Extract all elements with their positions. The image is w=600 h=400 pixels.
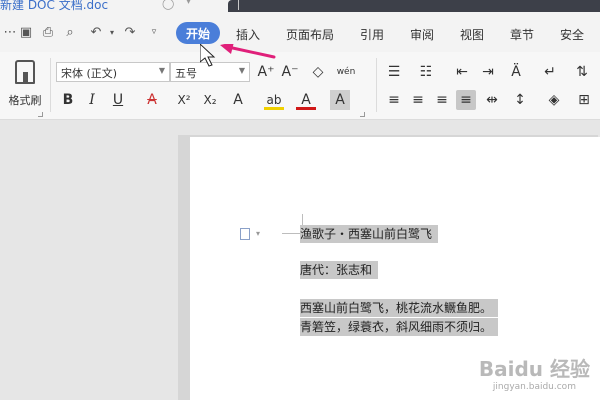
- document-tab[interactable]: 新建 DOC 文档.doc: [0, 0, 108, 12]
- annotation-arrow: [200, 44, 276, 67]
- poem-line[interactable]: 青箬笠，绿蓑衣，斜风细雨不须归。: [300, 318, 499, 336]
- menu-home[interactable]: 开始: [176, 22, 221, 44]
- divider: [50, 58, 51, 112]
- title-bar: 新建 DOC 文档.doc ◯ ▾: [0, 0, 600, 14]
- font-size-value: 五号: [175, 67, 197, 80]
- increase-indent-icon[interactable]: ⇥: [478, 62, 498, 82]
- menu-review[interactable]: 审阅: [410, 26, 434, 43]
- font-name-select[interactable]: 宋体 (正文) ▼: [56, 62, 170, 82]
- bullets-icon[interactable]: ☰: [384, 62, 404, 82]
- save-icon[interactable]: ▣: [18, 24, 34, 40]
- watermark: Baidu 经验 jingyan.baidu.com: [479, 353, 590, 392]
- paragraph-shading-icon[interactable]: ◈: [544, 90, 564, 110]
- sort-icon[interactable]: ⇅: [572, 62, 592, 82]
- numbering-icon[interactable]: ☷: [416, 62, 436, 82]
- menu-chapter[interactable]: 章节: [510, 26, 534, 43]
- bold-icon[interactable]: B: [58, 90, 78, 110]
- customize-quick-access-icon[interactable]: ▿: [146, 24, 162, 40]
- menu-references[interactable]: 引用: [360, 26, 384, 43]
- format-painter-icon: [15, 60, 35, 84]
- clipboard-launcher-icon[interactable]: [38, 112, 43, 117]
- decrease-indent-icon[interactable]: ⇤: [452, 62, 472, 82]
- divider: [376, 58, 377, 112]
- chevron-down-icon[interactable]: ▾: [186, 0, 191, 7]
- chevron-down-icon[interactable]: ▾: [256, 229, 260, 238]
- clear-format-icon[interactable]: ◇: [308, 62, 328, 82]
- menu-security[interactable]: 安全: [560, 26, 584, 43]
- distributed-icon[interactable]: ⇹: [482, 90, 502, 110]
- line-spacing-icon[interactable]: ↕: [510, 90, 530, 110]
- align-center-icon[interactable]: ≡: [408, 90, 428, 110]
- menu-view[interactable]: 视图: [460, 26, 484, 43]
- paragraph-handle-icon[interactable]: [240, 228, 250, 240]
- menu-insert[interactable]: 插入: [236, 26, 260, 43]
- strikethrough-icon[interactable]: A: [142, 90, 162, 110]
- menu-page-layout[interactable]: 页面布局: [286, 26, 334, 43]
- character-shading-icon[interactable]: A: [330, 90, 350, 110]
- format-painter-button[interactable]: 格式刷: [4, 58, 46, 114]
- redo-icon[interactable]: ↷: [122, 24, 138, 40]
- undo-dropdown-icon[interactable]: ▾: [104, 24, 120, 40]
- show-hide-icon[interactable]: ↵: [540, 62, 560, 82]
- superscript-icon[interactable]: X²: [174, 90, 194, 110]
- chevron-down-icon: ▼: [158, 66, 165, 75]
- print-preview-icon[interactable]: ⌕: [62, 24, 78, 40]
- undo-icon[interactable]: ↶: [88, 24, 104, 40]
- phonetic-guide-icon[interactable]: wén: [336, 62, 356, 82]
- underline-icon[interactable]: U: [108, 90, 128, 110]
- menu-collapse-icon[interactable]: ⋯: [2, 24, 18, 40]
- font-name-value: 宋体 (正文): [61, 67, 118, 80]
- align-right-icon[interactable]: ≡: [432, 90, 452, 110]
- format-painter-label: 格式刷: [8, 94, 42, 107]
- borders-icon[interactable]: ⊞: [574, 90, 594, 110]
- font-launcher-icon[interactable]: [360, 112, 365, 117]
- align-left-icon[interactable]: ≡: [384, 90, 404, 110]
- pin-icon[interactable]: ◯: [162, 0, 174, 10]
- poem-line[interactable]: 西塞山前白鹭飞，桃花流水鳜鱼肥。: [300, 299, 499, 317]
- watermark-main: Baidu 经验: [478, 357, 590, 381]
- crop-mark: [282, 233, 302, 234]
- watermark-sub: jingyan.baidu.com: [492, 382, 576, 392]
- italic-icon[interactable]: I: [82, 90, 102, 110]
- chinese-layout-icon[interactable]: Ä: [506, 62, 526, 82]
- justify-icon[interactable]: ≡: [456, 90, 476, 110]
- print-icon[interactable]: ⎙: [40, 24, 56, 40]
- poem-author[interactable]: 唐代：张志和: [300, 261, 379, 279]
- poem-title[interactable]: 渔歌子・西塞山前白鹭飞: [300, 225, 439, 243]
- add-tab-area[interactable]: [228, 0, 600, 12]
